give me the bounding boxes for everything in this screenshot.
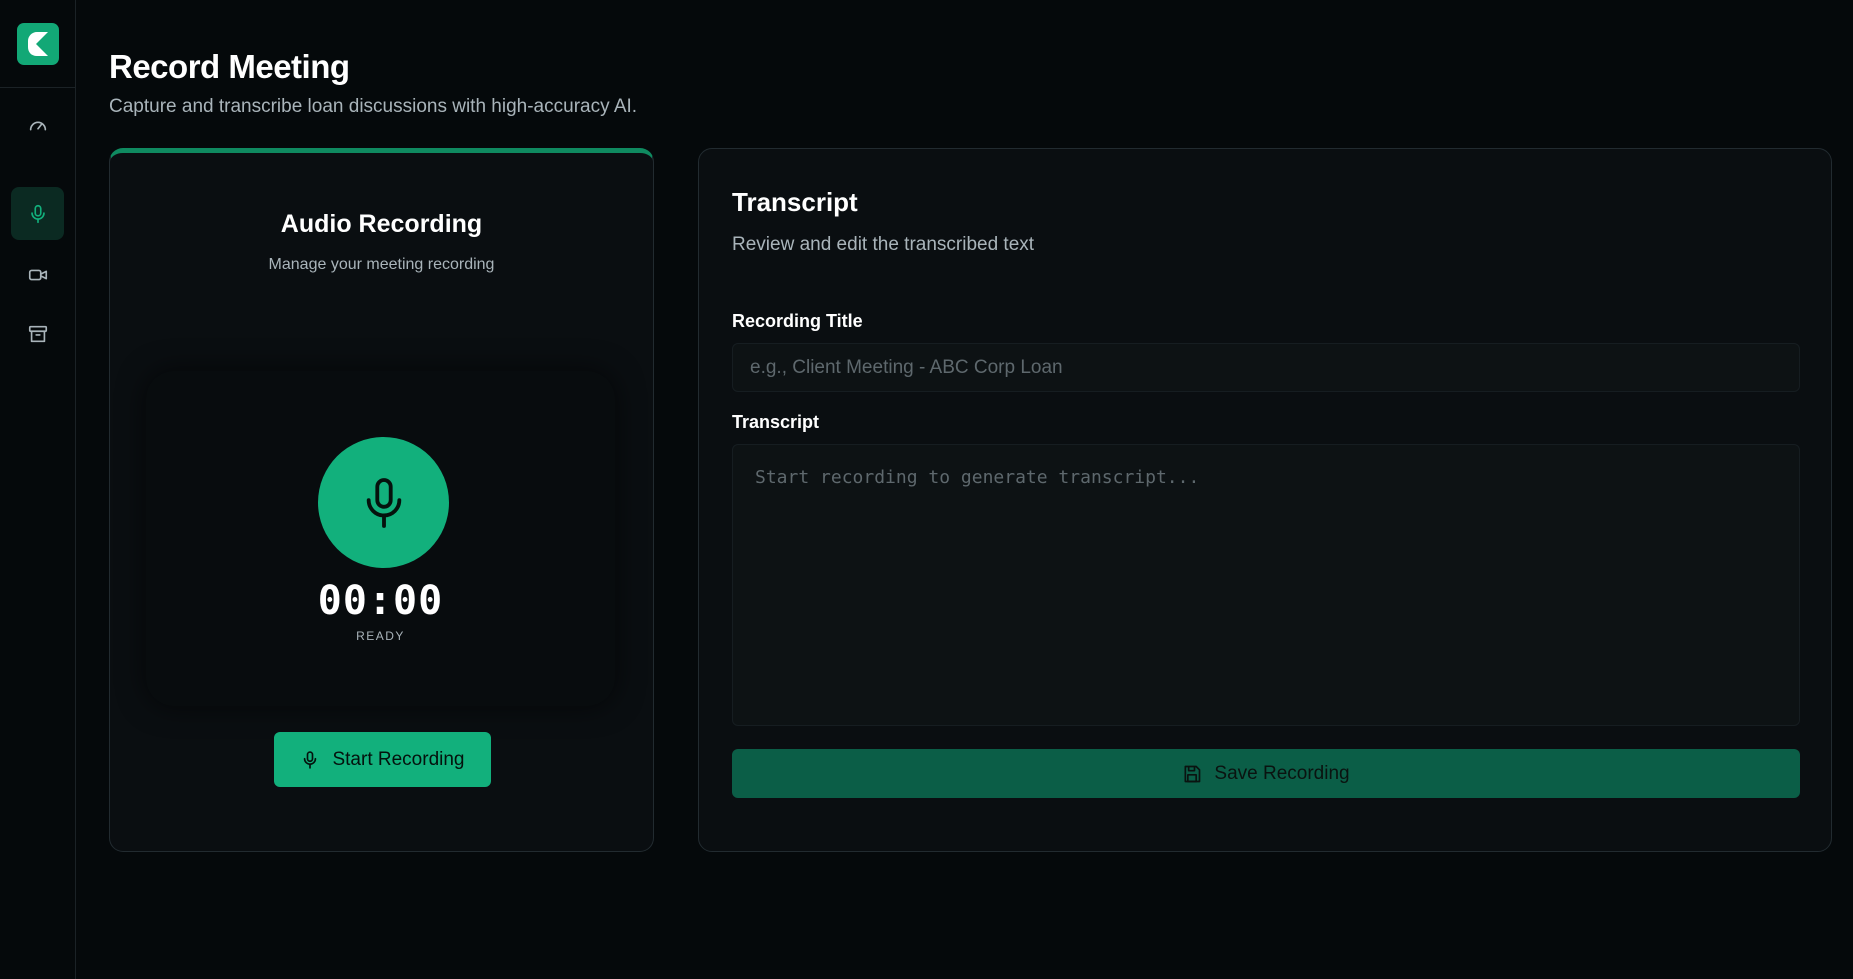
save-recording-button[interactable]: Save Recording (732, 749, 1800, 798)
audio-recording-subtitle: Manage your meeting recording (268, 256, 495, 273)
audio-recording-card: Audio Recording Manage your meeting reco… (109, 148, 654, 852)
save-icon (1184, 765, 1201, 782)
audio-recording-title: Audio Recording (280, 210, 483, 238)
recorder-panel: 00:00 READY (146, 371, 615, 706)
microphone-icon (366, 477, 401, 528)
gauge-icon (29, 121, 46, 130)
recording-status: READY (356, 629, 405, 643)
recording-timer: 00:00 (317, 578, 444, 624)
microphone-icon (304, 750, 317, 769)
sidebar (0, 0, 76, 979)
record-mic-button[interactable] (318, 437, 449, 568)
page-subtitle: Capture and transcribe loan discussions … (109, 96, 638, 117)
archive-icon (28, 325, 47, 342)
app-logo-icon[interactable] (16, 22, 59, 65)
transcript-label: Transcript (732, 412, 820, 432)
page-header: Record Meeting Capture and transcribe lo… (109, 48, 637, 118)
start-recording-label: Start Recording (332, 748, 465, 770)
logo-area (0, 0, 75, 88)
page-title: Record Meeting (109, 48, 350, 85)
sidebar-item-dashboard[interactable] (11, 99, 64, 152)
transcript-card-title: Transcript (732, 187, 858, 217)
recording-title-label: Recording Title (732, 311, 863, 331)
transcript-card-subtitle: Review and edit the transcribed text (732, 234, 1035, 255)
start-recording-button[interactable]: Start Recording (274, 732, 491, 787)
sidebar-item-record[interactable] (11, 187, 64, 240)
video-camera-icon (28, 269, 47, 280)
microphone-icon (30, 204, 45, 223)
transcript-textarea[interactable] (732, 444, 1800, 726)
save-recording-label: Save Recording (1214, 762, 1350, 784)
transcript-card: Transcript Review and edit the transcrib… (698, 148, 1832, 852)
recording-title-input[interactable] (732, 343, 1800, 392)
sidebar-item-archive[interactable] (11, 307, 64, 360)
sidebar-item-video[interactable] (11, 248, 64, 301)
